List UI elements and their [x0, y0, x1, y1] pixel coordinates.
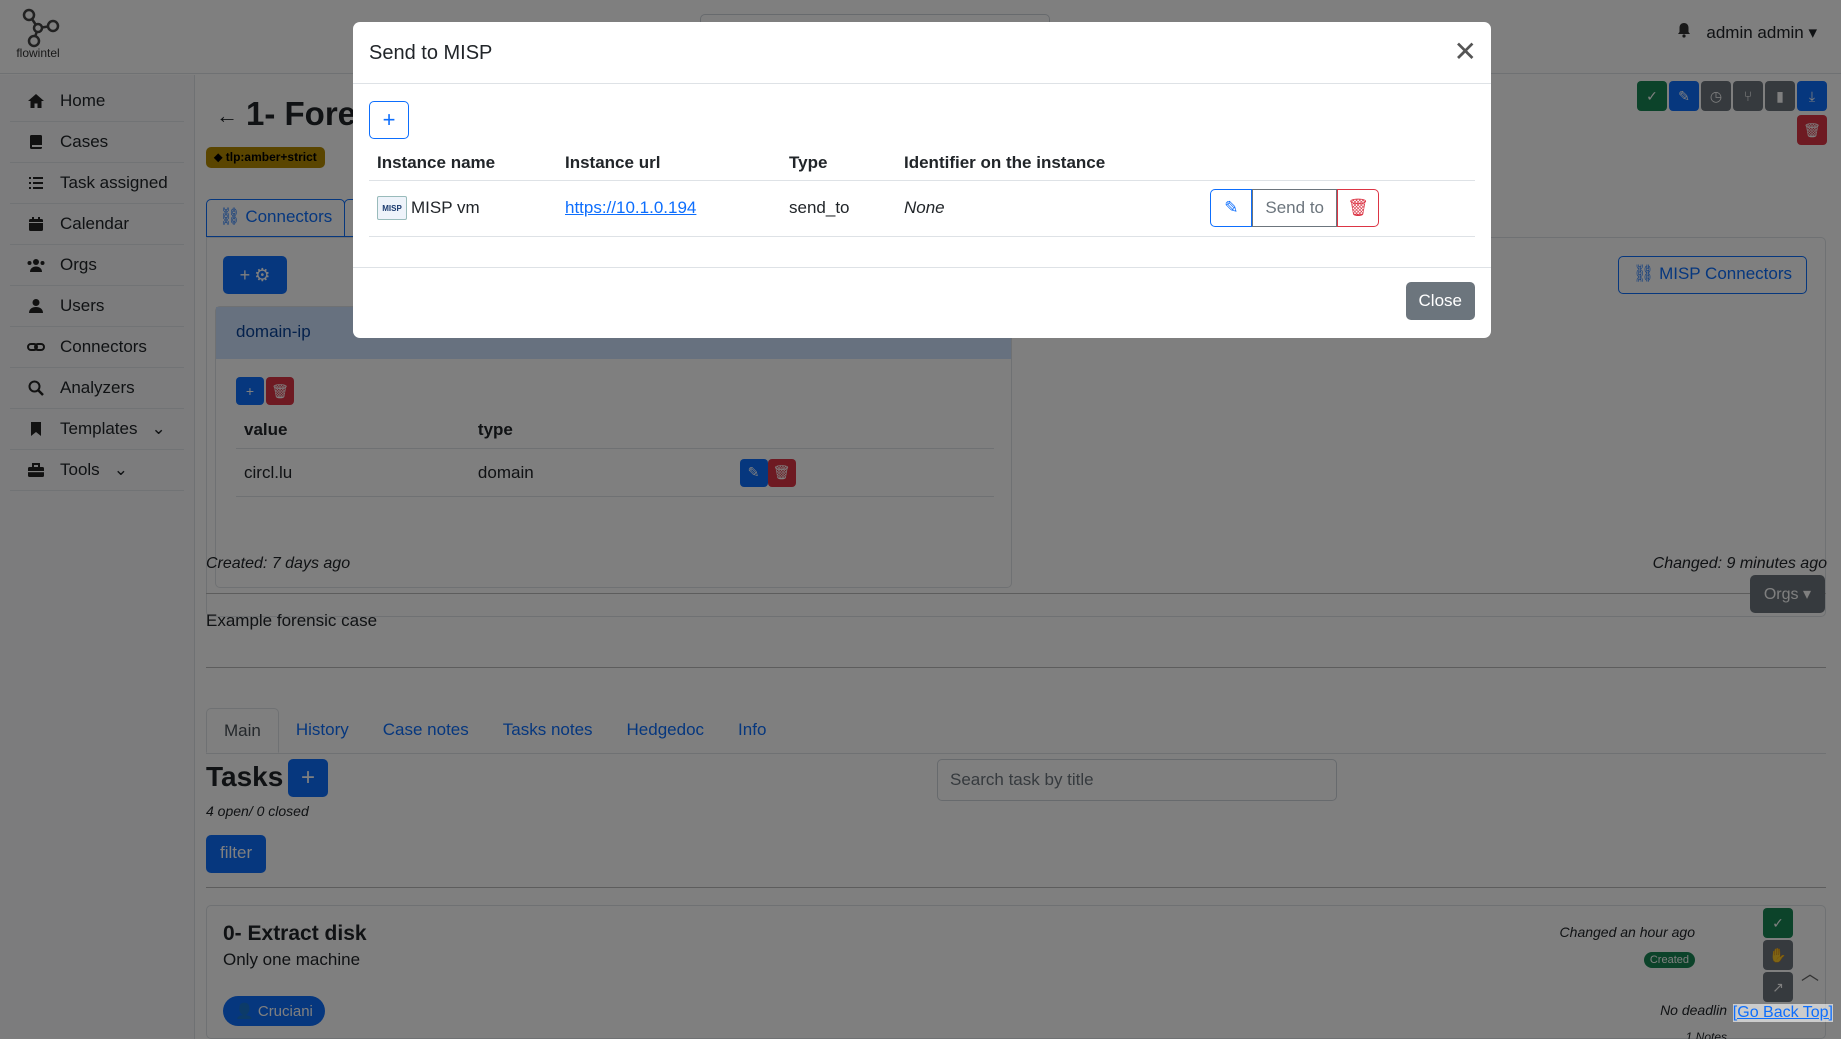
column-header: Instance name: [369, 146, 557, 181]
modal-footer: Close: [353, 268, 1491, 338]
column-header: Instance url: [557, 146, 781, 181]
send-to-button[interactable]: Send to: [1252, 189, 1337, 227]
modal-title: Send to MISP: [369, 42, 493, 64]
modal-body: + Instance name Instance url Type Identi…: [353, 84, 1491, 268]
add-instance-button[interactable]: +: [369, 101, 409, 139]
misp-logo-icon: MISP: [377, 196, 407, 220]
instance-identifier: None: [896, 180, 1196, 237]
table-row: MISP MISP vm https://10.1.0.194 send_to N…: [369, 180, 1475, 237]
instances-table: Instance name Instance url Type Identifi…: [369, 146, 1475, 237]
trash-icon: 🗑: [1347, 198, 1369, 217]
close-button[interactable]: Close: [1405, 282, 1475, 320]
delete-instance-button[interactable]: 🗑: [1337, 189, 1379, 227]
edit-instance-button[interactable]: ✎: [1210, 189, 1253, 227]
chevron-up-icon[interactable]: ︿: [1801, 960, 1819, 986]
close-icon[interactable]: ✕: [1454, 38, 1477, 66]
send-to-misp-modal: Send to MISP ✕ + Instance name Instance …: [353, 22, 1491, 338]
instance-url-link[interactable]: https://10.1.0.194: [565, 198, 696, 217]
edit-icon: ✎: [1224, 198, 1239, 217]
instance-actions: ✎ Send to 🗑: [1204, 189, 1467, 227]
modal-header: Send to MISP ✕: [353, 22, 1491, 84]
column-header: Type: [781, 146, 896, 181]
plus-icon: +: [382, 107, 396, 132]
instance-name: MISP vm: [411, 198, 480, 217]
instance-type: send_to: [781, 180, 896, 237]
go-back-top-link[interactable]: [Go Back Top]: [1732, 1004, 1833, 1022]
column-header: Identifier on the instance: [896, 146, 1196, 181]
